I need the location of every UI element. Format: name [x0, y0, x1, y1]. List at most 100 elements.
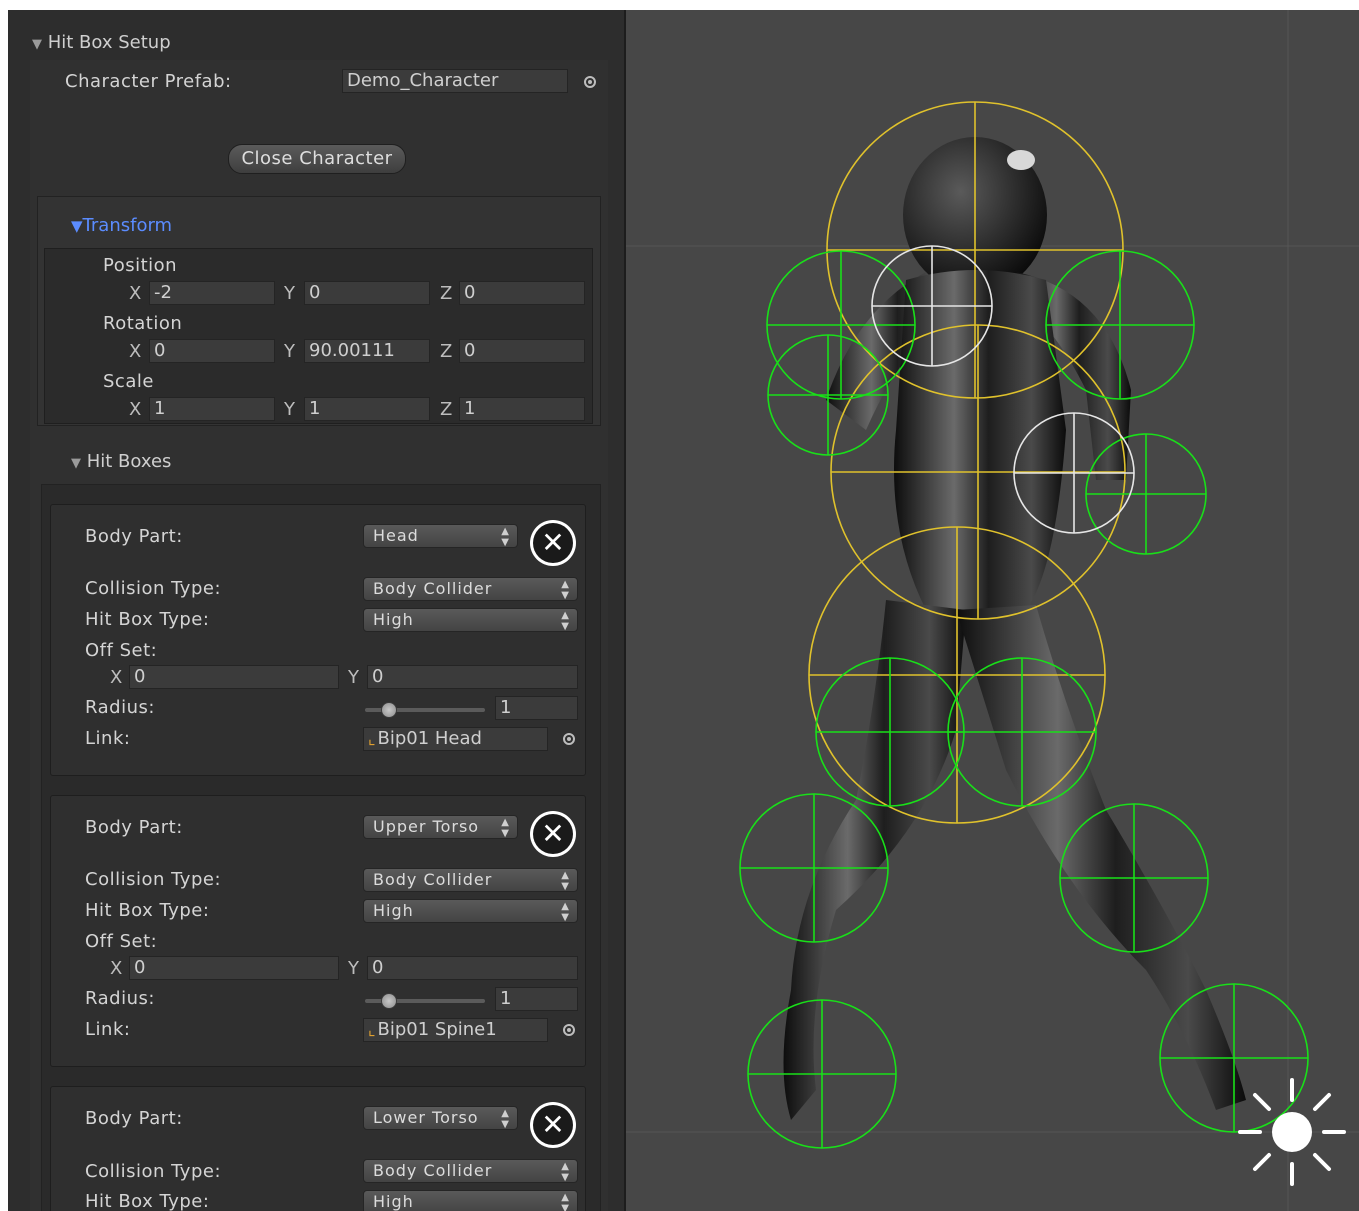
collision-type-dropdown[interactable]: Body Collider ▲ ▼: [363, 868, 578, 892]
body-part-label: Body Part:: [85, 526, 183, 547]
hit-boxes-foldout[interactable]: ▼ Hit Boxes: [71, 451, 171, 472]
dropdown-arrows-icon: ▲ ▼: [561, 579, 570, 601]
hit-box-type-label: Hit Box Type:: [85, 609, 210, 630]
axis-x-label: X: [129, 341, 142, 362]
hit-boxes-title: Hit Boxes: [86, 451, 172, 472]
axis-x-label: X: [110, 667, 123, 688]
hit-box-setup-title: Hit Box Setup: [47, 32, 171, 53]
collision-type-dropdown[interactable]: Body Collider ▲ ▼: [363, 1159, 578, 1183]
dropdown-arrows-icon: ▲ ▼: [501, 817, 510, 839]
remove-hit-box-button[interactable]: ✕: [530, 1102, 576, 1148]
rotation-x-field[interactable]: 0: [149, 339, 275, 363]
scene-view[interactable]: [626, 10, 1359, 1211]
collision-type-label: Collision Type:: [85, 1161, 222, 1182]
axis-x-label: X: [129, 283, 142, 304]
collision-type-value: Body Collider: [373, 579, 493, 598]
dropdown-arrows-icon: ▲ ▼: [561, 1192, 570, 1211]
offset-y-field[interactable]: 0: [367, 956, 578, 980]
sun-icon[interactable]: [1238, 1078, 1346, 1186]
body-part-value: Head: [373, 526, 419, 545]
rotation-z-field[interactable]: 0: [459, 339, 585, 363]
link-value: Bip01 Head: [377, 728, 482, 749]
character-model[interactable]: [783, 137, 1247, 1120]
offset-y-field[interactable]: 0: [367, 665, 578, 689]
axis-z-label: Z: [440, 399, 453, 420]
hit-box-type-label: Hit Box Type:: [85, 900, 210, 921]
dropdown-arrows-icon: ▲ ▼: [561, 870, 570, 892]
hit-box-type-value: High: [373, 610, 414, 629]
position-x-field[interactable]: -2: [149, 281, 275, 305]
body-part-dropdown[interactable]: Head ▲ ▼: [363, 524, 518, 548]
offset-label: Off Set:: [85, 640, 158, 661]
axis-x-label: X: [129, 399, 142, 420]
transform-foldout[interactable]: ▼Transform: [71, 215, 172, 236]
position-y-field[interactable]: 0: [304, 281, 430, 305]
axis-y-label: Y: [348, 958, 359, 979]
position-label: Position: [103, 255, 178, 276]
foldout-arrow-icon: ▼: [71, 217, 83, 235]
body-part-label: Body Part:: [85, 817, 183, 838]
hit-box-type-value: High: [373, 1192, 414, 1211]
collision-type-value: Body Collider: [373, 1161, 493, 1180]
object-picker-icon[interactable]: [563, 1024, 575, 1036]
link-label: Link:: [85, 1019, 131, 1040]
scene-canvas: [626, 10, 1359, 1211]
object-picker-icon[interactable]: [584, 76, 596, 88]
remove-hit-box-button[interactable]: ✕: [530, 811, 576, 857]
link-label: Link:: [85, 728, 131, 749]
link-value: Bip01 Spine1: [377, 1019, 497, 1040]
link-field[interactable]: ⌞ Bip01 Spine1: [363, 1018, 548, 1042]
close-character-button[interactable]: Close Character: [228, 144, 406, 174]
axis-y-label: Y: [284, 283, 295, 304]
object-picker-icon[interactable]: [563, 733, 575, 745]
close-circle-icon: ✕: [533, 814, 573, 854]
collision-type-value: Body Collider: [373, 870, 493, 889]
dropdown-arrows-icon: ▲ ▼: [561, 610, 570, 632]
scale-label: Scale: [103, 371, 154, 392]
body-part-dropdown[interactable]: Lower Torso ▲ ▼: [363, 1106, 518, 1130]
character-prefab-field[interactable]: Demo_Character: [342, 69, 568, 93]
dropdown-arrows-icon: ▲ ▼: [501, 526, 510, 548]
axis-x-label: X: [110, 958, 123, 979]
rotation-y-field[interactable]: 90.00111: [304, 339, 430, 363]
radius-label: Radius:: [85, 988, 155, 1009]
dropdown-arrows-icon: ▲ ▼: [561, 1161, 570, 1183]
body-part-value: Upper Torso: [373, 817, 480, 836]
hit-box-type-dropdown[interactable]: High ▲ ▼: [363, 1190, 578, 1211]
transform-axes-icon: ⌞: [368, 1020, 376, 1039]
close-circle-icon: ✕: [533, 523, 573, 563]
body-part-dropdown[interactable]: Upper Torso ▲ ▼: [363, 815, 518, 839]
offset-x-field[interactable]: 0: [129, 665, 339, 689]
hit-box-setup-header[interactable]: ▼ Hit Box Setup: [32, 32, 171, 53]
scale-z-field[interactable]: 1: [459, 397, 585, 421]
body-part-value: Lower Torso: [373, 1108, 479, 1127]
collision-type-label: Collision Type:: [85, 578, 222, 599]
offset-label: Off Set:: [85, 931, 158, 952]
close-circle-icon: ✕: [533, 1105, 573, 1145]
character-prefab-label: Character Prefab:: [65, 71, 232, 92]
radius-field[interactable]: 1: [495, 696, 578, 720]
radius-slider-thumb[interactable]: [381, 702, 397, 718]
remove-hit-box-button[interactable]: ✕: [530, 520, 576, 566]
transform-title: Transform: [82, 215, 173, 236]
axis-y-label: Y: [284, 341, 295, 362]
scale-y-field[interactable]: 1: [304, 397, 430, 421]
dropdown-arrows-icon: ▲ ▼: [501, 1108, 510, 1130]
axis-z-label: Z: [440, 283, 453, 304]
hit-box-type-label: Hit Box Type:: [85, 1191, 210, 1211]
axis-y-label: Y: [348, 667, 359, 688]
link-field[interactable]: ⌞ Bip01 Head: [363, 727, 548, 751]
scale-x-field[interactable]: 1: [149, 397, 275, 421]
hit-box-setup-panel: ▼ Hit Box Setup Character Prefab: Demo_C…: [8, 10, 626, 1211]
hit-box-type-dropdown[interactable]: High ▲ ▼: [363, 899, 578, 923]
hit-box-type-dropdown[interactable]: High ▲ ▼: [363, 608, 578, 632]
transform-axes-icon: ⌞: [368, 729, 376, 748]
foldout-arrow-icon: ▼: [71, 456, 81, 471]
radius-slider-thumb[interactable]: [381, 993, 397, 1009]
collision-type-dropdown[interactable]: Body Collider ▲ ▼: [363, 577, 578, 601]
collision-type-label: Collision Type:: [85, 869, 222, 890]
axis-z-label: Z: [440, 341, 453, 362]
offset-x-field[interactable]: 0: [129, 956, 339, 980]
radius-field[interactable]: 1: [495, 987, 578, 1011]
position-z-field[interactable]: 0: [459, 281, 585, 305]
